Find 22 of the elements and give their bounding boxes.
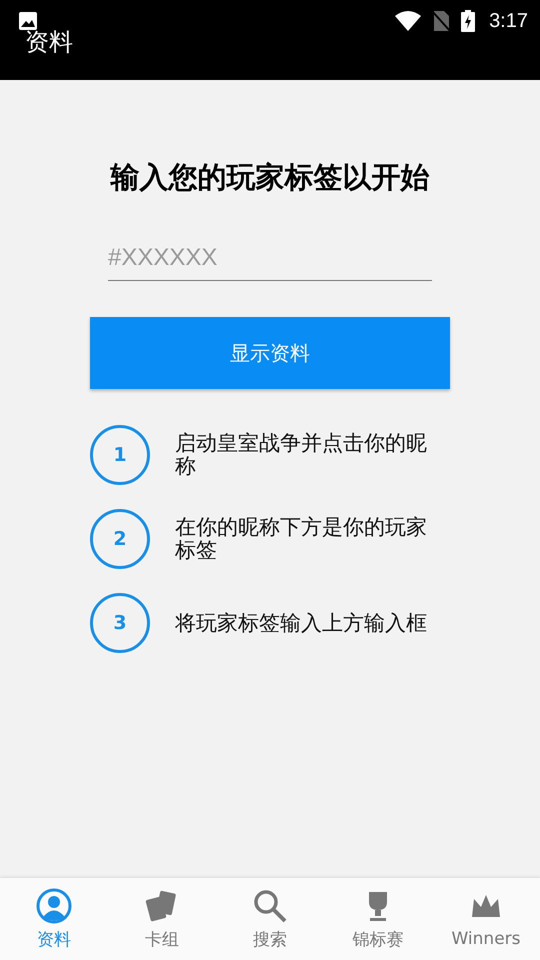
no-sim-icon xyxy=(431,10,452,32)
battery-charging-icon xyxy=(461,10,476,32)
step-text: 将玩家标签输入上方输入框 xyxy=(175,612,428,634)
step-number: 1 xyxy=(90,425,150,485)
heading: 输入您的玩家标签以开始 xyxy=(109,160,430,194)
user-icon xyxy=(36,888,72,924)
tag-input-field[interactable]: #XXXXXX xyxy=(108,240,432,281)
search-icon xyxy=(252,888,288,924)
nav-tab[interactable]: 搜索 xyxy=(216,878,324,960)
step-number: 3 xyxy=(90,593,150,653)
nav-tab[interactable]: 锦标赛 xyxy=(324,878,432,960)
show-profile-button[interactable]: 显示资料 xyxy=(90,317,450,389)
clock: 3:17 xyxy=(489,10,528,32)
nav-tab[interactable]: 资料 xyxy=(0,878,108,960)
image-icon xyxy=(18,11,38,31)
step-text: 在你的昵称下方是你的玩家标签 xyxy=(175,516,428,562)
step-number: 2 xyxy=(90,509,150,569)
nav-tab[interactable]: Winners xyxy=(432,878,540,960)
wifi-icon xyxy=(395,11,422,31)
step-text: 启动皇室战争并点击你的昵称 xyxy=(175,432,428,478)
nav-tab[interactable]: 卡组 xyxy=(108,878,216,960)
app-title: 资料 xyxy=(25,27,73,58)
